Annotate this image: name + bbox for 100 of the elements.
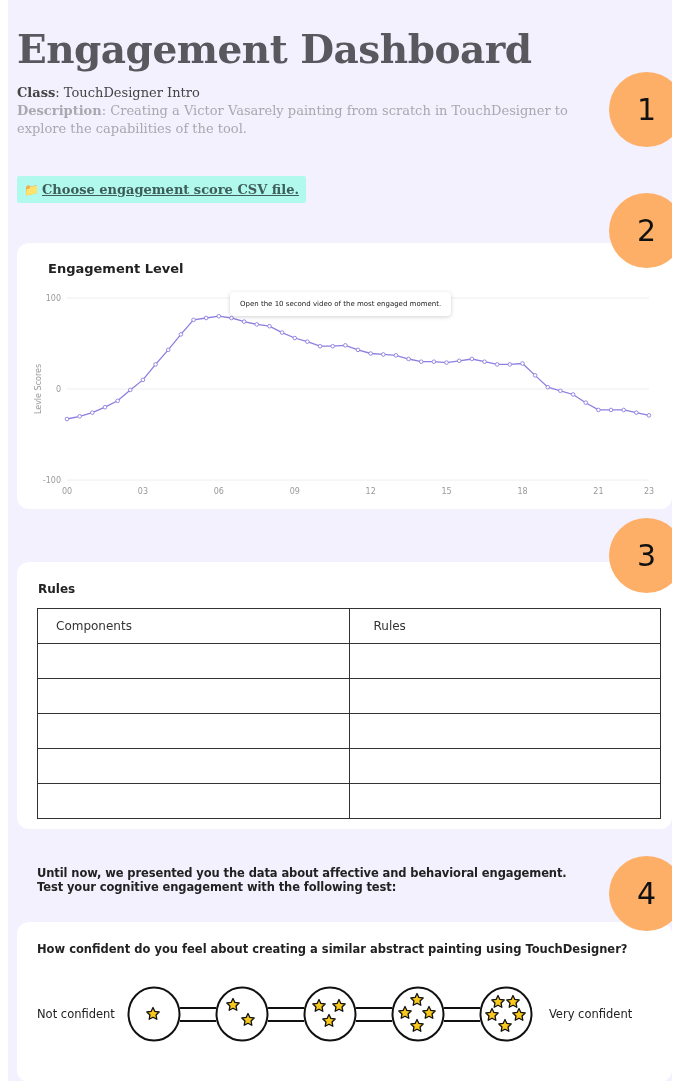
data-point[interactable] — [456, 358, 462, 364]
choose-file-link[interactable]: 📁 Choose engagement score CSV file. — [17, 176, 306, 203]
table-cell[interactable] — [349, 748, 661, 784]
data-point[interactable] — [608, 407, 614, 413]
data-point[interactable] — [393, 353, 399, 358]
x-tick-label: 06 — [213, 487, 224, 496]
data-point[interactable] — [520, 361, 525, 366]
star-icon — [241, 1012, 255, 1026]
star-icon — [512, 1007, 526, 1021]
star-icon — [410, 1018, 424, 1032]
data-point[interactable] — [203, 315, 209, 321]
data-point[interactable] — [241, 319, 247, 324]
chart-title: Engagement Level — [48, 261, 185, 276]
data-point[interactable] — [317, 344, 323, 349]
data-point[interactable] — [419, 359, 424, 364]
data-point[interactable] — [381, 352, 386, 357]
data-point[interactable] — [216, 313, 222, 319]
star-icon — [506, 994, 520, 1008]
connector-line — [179, 1006, 216, 1022]
scale-low-label: Not confident — [37, 1007, 115, 1021]
data-point[interactable] — [305, 339, 310, 344]
connector-line — [355, 1006, 392, 1022]
data-point[interactable] — [343, 343, 348, 348]
question-text: How confident do you feel about creating a similar abstract painting using TouchDesigner? — [37, 942, 629, 956]
data-point[interactable] — [191, 317, 196, 323]
data-point[interactable] — [558, 388, 563, 394]
table-cell[interactable] — [37, 748, 349, 784]
data-point[interactable] — [596, 407, 601, 413]
step-number: 3 — [609, 518, 672, 593]
intro-text: Until now, we presented you the data about affective and behavioral engagement. — [37, 866, 567, 880]
y-tick-label: 0 — [55, 385, 61, 394]
data-point[interactable] — [115, 398, 120, 404]
x-tick-label: 15 — [441, 487, 452, 496]
step-number: 1 — [609, 72, 672, 147]
table-cell[interactable] — [349, 643, 661, 679]
star-icon — [322, 1013, 336, 1027]
data-point[interactable] — [482, 359, 487, 364]
data-point[interactable] — [254, 322, 260, 327]
data-point[interactable] — [545, 384, 551, 390]
data-point[interactable] — [444, 360, 449, 365]
data-point[interactable] — [570, 392, 576, 397]
table-cell[interactable] — [349, 783, 661, 819]
column-header: Components — [37, 608, 349, 644]
x-tick-label: 00 — [61, 487, 73, 496]
x-tick-label: 23 — [643, 487, 655, 496]
data-point[interactable] — [77, 414, 82, 419]
data-point[interactable] — [102, 404, 108, 410]
data-point[interactable] — [267, 323, 272, 329]
scale-high-label: Very confident — [548, 1007, 633, 1021]
x-tick-label: 12 — [365, 487, 376, 496]
data-point[interactable] — [140, 377, 146, 383]
data-point[interactable] — [583, 400, 588, 405]
data-point[interactable] — [279, 330, 285, 335]
star-icon — [410, 992, 424, 1006]
data-point[interactable] — [406, 356, 411, 362]
data-point[interactable] — [431, 359, 437, 364]
y-axis-label: Levle Scores — [34, 363, 43, 415]
dashboard-title: Engagement Dashboard — [17, 25, 533, 72]
star-icon — [422, 1005, 436, 1019]
star-icon — [398, 1005, 412, 1019]
step-number: 2 — [609, 193, 672, 268]
y-tick-label: -100 — [42, 476, 61, 485]
data-point[interactable] — [532, 373, 538, 378]
table-cell[interactable] — [349, 713, 661, 749]
data-point[interactable] — [494, 362, 500, 367]
data-point[interactable] — [507, 362, 513, 367]
data-point[interactable] — [64, 416, 70, 422]
data-point[interactable] — [90, 410, 95, 415]
rules-title: Rules — [38, 582, 77, 596]
data-point[interactable] — [153, 362, 158, 367]
data-point[interactable] — [469, 356, 475, 362]
data-point[interactable] — [128, 387, 133, 393]
star-icon — [491, 994, 505, 1008]
table-cell[interactable] — [37, 783, 349, 819]
data-point[interactable] — [634, 410, 639, 415]
rating-option[interactable] — [127, 986, 181, 1042]
class-text: Class: TouchDesigner Intro — [17, 84, 201, 102]
data-point[interactable] — [229, 315, 234, 321]
data-point[interactable] — [368, 351, 373, 356]
table-cell[interactable] — [37, 678, 349, 714]
data-point[interactable] — [646, 413, 652, 418]
star-icon — [226, 997, 240, 1011]
x-tick-label: 18 — [517, 487, 528, 496]
data-point[interactable] — [621, 407, 626, 413]
rating-option[interactable] — [215, 986, 269, 1042]
table-cell[interactable] — [349, 678, 661, 714]
table-cell[interactable] — [37, 643, 349, 679]
data-point[interactable] — [178, 332, 184, 337]
data-point[interactable] — [292, 335, 297, 341]
star-icon — [485, 1007, 499, 1021]
data-point[interactable] — [165, 347, 171, 353]
star-icon — [332, 998, 346, 1012]
connector-line — [267, 1006, 304, 1022]
step-number: 4 — [609, 856, 672, 931]
table-cell[interactable] — [37, 713, 349, 749]
data-point[interactable] — [355, 347, 361, 353]
data-point[interactable] — [330, 344, 335, 349]
x-tick-label: 21 — [593, 487, 604, 496]
intro-text: Test your cognitive engagement with the following test: — [37, 880, 397, 894]
x-tick-label: 09 — [289, 487, 300, 496]
